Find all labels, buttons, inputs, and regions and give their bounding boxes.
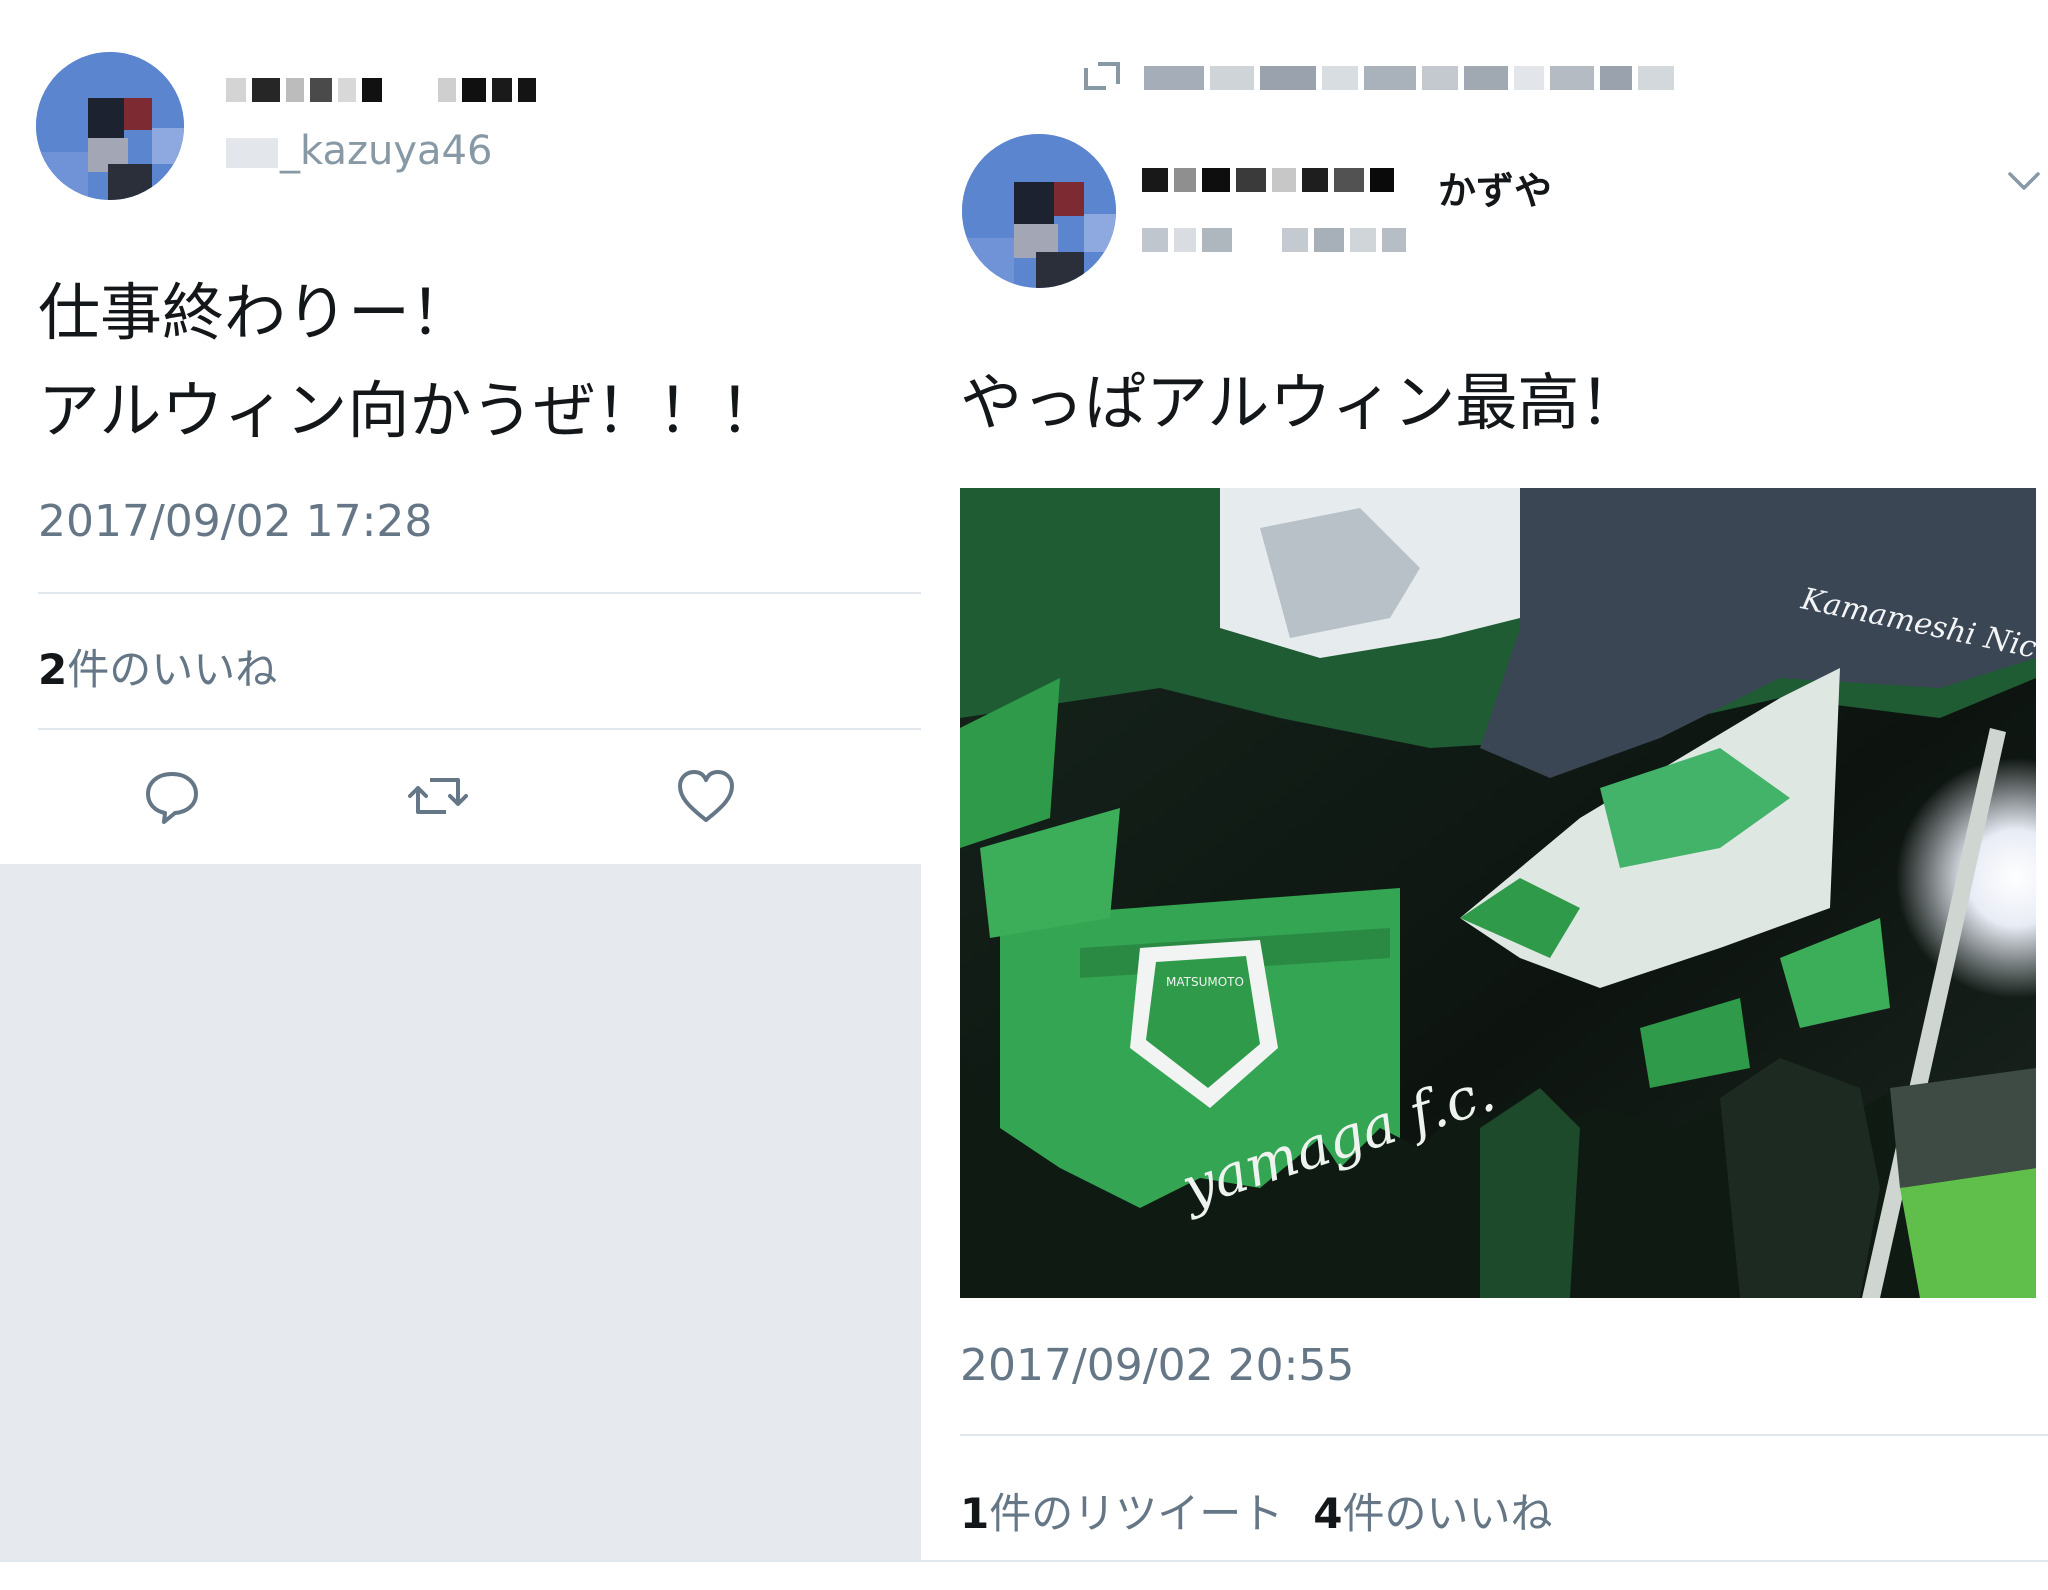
panel-seam: [921, 0, 923, 1560]
engagement-stats: 1件のリツイート 4件のいいね: [960, 1480, 1553, 1541]
likes-label: 件のいいね: [1342, 1489, 1553, 1538]
crest-text: MATSUMOTO: [1166, 975, 1244, 989]
likes-stat[interactable]: 2件のいいね: [38, 636, 277, 697]
retweets-stat[interactable]: 1件のリツイート: [960, 1489, 1283, 1538]
stadium-supporters-image: Kamameshi Nice SAKAKI yamaga f.c. MATSUM…: [960, 488, 2036, 1298]
user-avatar[interactable]: [36, 52, 184, 200]
chevron-down-icon[interactable]: [2006, 168, 2042, 194]
divider: [38, 592, 922, 594]
likes-stat[interactable]: 4件のいいね: [1313, 1489, 1552, 1538]
tweet-timestamp[interactable]: 2017/09/02 17:28: [38, 496, 432, 547]
retweeted-by-row: [1080, 56, 1860, 96]
retweet-small-icon: [1084, 62, 1120, 90]
divider: [38, 728, 922, 730]
display-name[interactable]: かずや: [1142, 160, 1662, 213]
retweet-icon[interactable]: [406, 764, 470, 828]
right-tweet-panel: かずや やっぱアルウィン最高！ Kamameshi Nice yamaga f.…: [922, 0, 2048, 1560]
user-avatar[interactable]: [962, 134, 1116, 288]
retweets-label: 件のリツイート: [989, 1489, 1284, 1538]
reply-icon[interactable]: [140, 764, 204, 828]
empty-timeline-area: [0, 864, 922, 1560]
left-tweet-panel: _kazuya46 仕事終わりー！ アルウィン向かうぜ！！！ 2017/09/0…: [0, 0, 922, 1560]
display-name-visible: かずや: [1438, 169, 1553, 213]
user-handle[interactable]: _kazuya46: [226, 128, 492, 174]
display-name-redacted: [1142, 168, 1400, 192]
display-name-redacted: [226, 78, 542, 102]
divider: [960, 1434, 2048, 1436]
retweets-count: 1: [960, 1489, 990, 1538]
bottom-strip: [0, 1560, 2048, 1590]
likes-count: 4: [1313, 1489, 1343, 1538]
user-handle-redacted[interactable]: [1142, 228, 1412, 252]
heart-icon[interactable]: [674, 764, 738, 828]
likes-count: 2: [38, 645, 68, 694]
likes-label: 件のいいね: [67, 645, 278, 694]
retweeted-by-redacted: [1144, 66, 1680, 90]
tweet-text: 仕事終わりー！ アルウィン向かうぜ！！！: [38, 276, 782, 447]
tweet-photo[interactable]: Kamameshi Nice SAKAKI yamaga f.c. MATSUM…: [960, 488, 2036, 1298]
tweet-timestamp[interactable]: 2017/09/02 20:55: [960, 1340, 1354, 1391]
tweet-text: やっぱアルウィン最高！: [960, 366, 1642, 439]
